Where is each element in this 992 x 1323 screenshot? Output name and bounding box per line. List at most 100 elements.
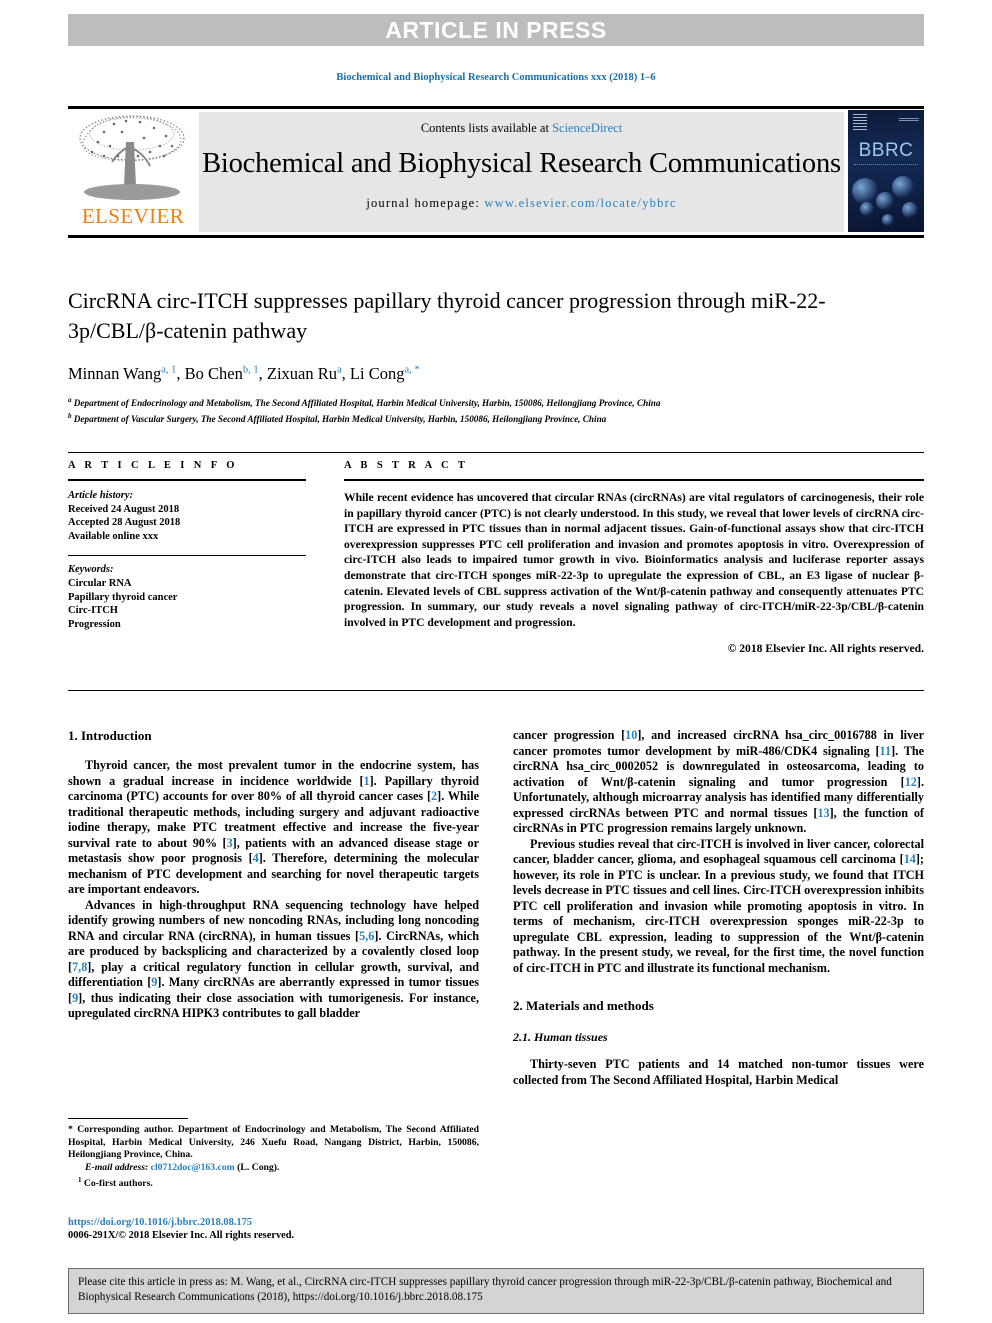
affiliation-item: a Department of Endocrinology and Metabo… (68, 394, 888, 410)
contents-prefix: Contents lists available at (420, 121, 553, 135)
author-list: Minnan Wanga, 1, Bo Chenb, 1, Zixuan Ru a… (68, 364, 888, 384)
email-label: E-mail address: (85, 1161, 151, 1173)
info-top-rule (68, 452, 924, 453)
abstract-bottom-rule (68, 690, 924, 691)
cover-bubble (876, 192, 894, 210)
abstract-heading: A B S T R A C T (344, 460, 469, 471)
author-separator: , (341, 364, 350, 383)
article-history-label: Article history: (68, 490, 134, 501)
abstract-text: While recent evidence has uncovered that… (344, 491, 924, 629)
cofirst-note: 1 Co-first authors. (68, 1174, 479, 1191)
sciencedirect-link[interactable]: ScienceDirect (552, 121, 622, 135)
author-name: Minnan Wang (68, 364, 162, 383)
paragraph: Thirty-seven PTC patients and 14 matched… (513, 1057, 924, 1087)
paragraph-text: cancer progression [ (513, 728, 626, 742)
cover-bubble (882, 214, 894, 226)
article-in-press-label: ARTICLE IN PRESS (385, 16, 607, 43)
cover-elsevier-mark-icon (853, 114, 867, 130)
keyword-item: Papillary thyroid cancer (68, 591, 178, 603)
article-in-press-banner: ARTICLE IN PRESS (68, 14, 924, 46)
elsevier-tree-icon (79, 115, 185, 200)
cover-bubble (902, 202, 918, 218)
footnote-rule (68, 1118, 188, 1119)
keyword-item: Circular RNA (68, 577, 132, 589)
cover-bubble (892, 176, 914, 198)
author-separator: , (258, 364, 267, 383)
affiliation-text: Department of Endocrinology and Metaboli… (73, 398, 661, 409)
page-title: CircRNA circ-ITCH suppresses papillary t… (68, 288, 826, 343)
citation-ref[interactable]: 13 (817, 806, 829, 820)
elsevier-wordmark: ELSEVIER (81, 204, 185, 228)
paragraph-text: ]; however, its role in PTC is unclear. … (513, 852, 924, 975)
affiliation-list: a Department of Endocrinology and Metabo… (68, 394, 888, 425)
footnotes-block: * Corresponding author. Department of En… (68, 1118, 479, 1191)
affiliation-mark: b (68, 411, 72, 420)
elsevier-logo: ELSEVIER (70, 112, 196, 232)
citation-ref[interactable]: 12 (905, 775, 917, 789)
affiliation-item: b Department of Vascular Surgery, The Se… (68, 410, 888, 426)
abstract-column: A B S T R A C T While recent evidence ha… (344, 460, 924, 655)
contents-line: Contents lists available at ScienceDirec… (199, 112, 844, 136)
article-history-block: Article history: Received 24 August 2018… (68, 489, 306, 543)
author-affiliation-mark: a, * (404, 364, 420, 376)
affiliation-mark: a (68, 396, 72, 404)
email-owner: (L. Cong). (234, 1161, 280, 1173)
right-column: cancer progression [10], and increased c… (513, 728, 924, 1088)
author-separator: , (176, 364, 185, 383)
citation-ref[interactable]: 5,6 (359, 929, 374, 943)
section-heading-introduction: 1. Introduction (68, 728, 152, 743)
journal-title: Biochemical and Biophysical Research Com… (202, 148, 841, 179)
masthead-rule-bottom (68, 235, 924, 238)
subsection-heading-human-tissues: 2.1. Human tissues (513, 1030, 608, 1044)
cover-bubble (852, 178, 878, 204)
keywords-separator (68, 555, 306, 563)
paragraph: Advances in high-throughput RNA sequenci… (68, 898, 479, 1022)
cover-bbrc-wordmark: BBRC (858, 140, 914, 161)
keyword-item: Circ-ITCH (68, 605, 118, 617)
paragraph-text: Previous studies reveal that circ-ITCH i… (513, 836, 924, 867)
journal-masthead: ELSEVIER Contents lists available at Sci… (68, 106, 924, 238)
homepage-prefix: journal homepage: (366, 196, 485, 210)
keywords-label: Keywords: (68, 564, 114, 576)
author-name: Li Cong (349, 364, 405, 383)
abstract-copyright: © 2018 Elsevier Inc. All rights reserved… (727, 642, 924, 656)
cover-subtitle-rule (854, 164, 918, 168)
cofirst-text: Co-first authors. (81, 1178, 153, 1190)
doi-link[interactable]: https://doi.org/10.1016/j.bbrc.2018.08.1… (68, 1217, 252, 1228)
article-info-rule (68, 479, 306, 481)
corresponding-author-mark: * (68, 1124, 78, 1135)
citation-ref[interactable]: 14 (904, 852, 916, 866)
citation-ref[interactable]: 11 (880, 744, 892, 758)
paragraph-text: ], thus indicating their close associati… (68, 990, 479, 1021)
citation-box: Please cite this article in press as: M.… (68, 1268, 924, 1314)
affiliation-text: Department of Vascular Surgery, The Seco… (73, 413, 607, 424)
email-note: E-mail address: cl0712doc@163.com (L. Co… (68, 1162, 479, 1175)
corresponding-author-text: Corresponding author. Department of Endo… (68, 1124, 479, 1161)
email-link[interactable]: cl0712doc@163.com (151, 1162, 235, 1173)
article-history-item: Received 24 August 2018 (68, 503, 180, 515)
article-info-heading: A R T I C L E I N F O (68, 460, 238, 471)
abstract-rule (344, 479, 924, 481)
cover-bubble (860, 202, 874, 216)
masthead-center: Contents lists available at ScienceDirec… (199, 112, 844, 232)
citation-ref[interactable]: 7,8 (72, 960, 87, 974)
author-affiliation-mark: b, 1 (242, 364, 259, 376)
section-heading-materials-and-methods: 2. Materials and methods (513, 998, 654, 1013)
article-history-item: Accepted 28 August 2018 (68, 517, 181, 529)
keyword-item: Progression (68, 618, 121, 630)
citation-text: Please cite this article in press as: M.… (78, 1276, 892, 1303)
running-head: Biochemical and Biophysical Research Com… (336, 72, 656, 83)
journal-homepage-link[interactable]: www.elsevier.com/locate/ybbrc (484, 196, 676, 210)
left-column: 1. Introduction Thyroid cancer, the most… (68, 728, 479, 1022)
author-affiliation-mark: a, 1 (161, 364, 177, 376)
issn-copyright-line: 0006-291X/© 2018 Elsevier Inc. All right… (68, 1230, 295, 1242)
article-page: ARTICLE IN PRESS Biochemical and Biophys… (0, 0, 992, 1323)
keywords-block: Keywords: Circular RNA Papillary thyroid… (68, 563, 306, 631)
journal-homepage-line: journal homepage: www.elsevier.com/locat… (199, 196, 844, 211)
article-info-column: A R T I C L E I N F O Article history: R… (68, 460, 306, 631)
title-block: CircRNA circ-ITCH suppresses papillary t… (68, 286, 888, 425)
citation-ref[interactable]: 10 (625, 728, 637, 742)
doi-block: https://doi.org/10.1016/j.bbrc.2018.08.1… (68, 1216, 479, 1243)
paragraph: Previous studies reveal that circ-ITCH i… (513, 837, 924, 977)
author-name: Bo Chen (184, 364, 243, 383)
